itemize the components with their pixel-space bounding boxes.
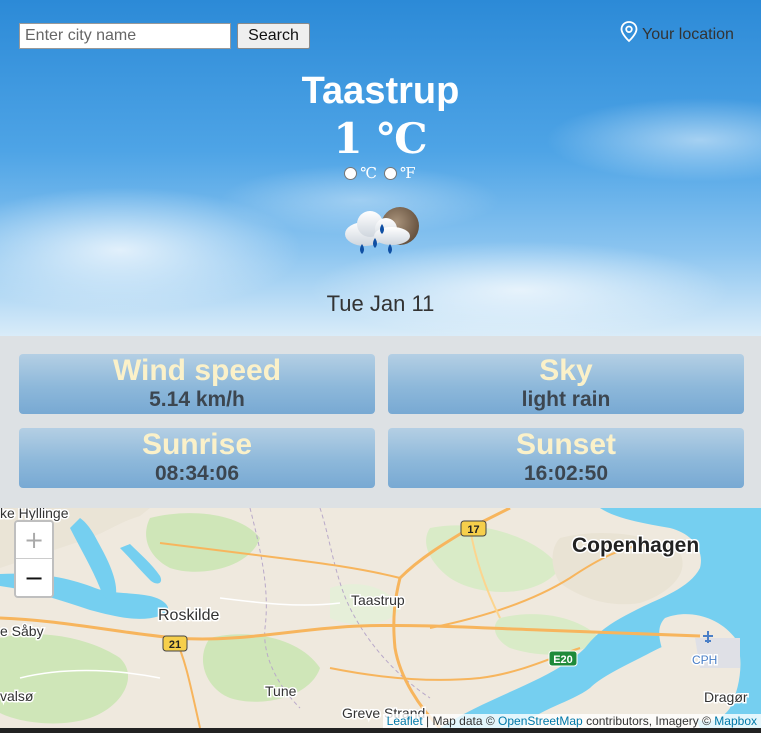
- zoom-control: + −: [14, 520, 54, 598]
- city-search-input[interactable]: [19, 23, 231, 49]
- map-label-valso: valsø: [0, 688, 34, 704]
- map-label-dragor: Dragør: [704, 689, 748, 705]
- your-location-label: Your location: [642, 26, 734, 43]
- road-e20-shield: E20: [548, 650, 578, 667]
- fahrenheit-radio[interactable]: [384, 166, 398, 180]
- openstreetmap-link[interactable]: OpenStreetMap: [498, 714, 583, 728]
- card-title: Sunrise: [141, 428, 253, 461]
- city-name: Taastrup: [301, 70, 460, 112]
- map-label-taastrup: Taastrup: [351, 592, 405, 608]
- map-label-saby: e Såby: [0, 623, 44, 639]
- card-value: 5.14 km/h: [149, 388, 245, 411]
- location-pin-icon: [620, 21, 638, 43]
- card-title: Sunset: [515, 428, 617, 461]
- map-label-cph: CPH: [692, 653, 717, 667]
- zoom-in-button[interactable]: +: [16, 522, 52, 559]
- temperature: 1 ℃: [333, 114, 428, 163]
- attribution-text: contributors, Imagery ©: [582, 714, 715, 728]
- map-label-copenhagen: Copenhagen: [572, 534, 699, 557]
- fahrenheit-label: ℉: [400, 164, 416, 182]
- weather-details: Wind speed 5.14 km/h Sky light rain Sunr…: [0, 336, 761, 508]
- bottom-bar: [0, 728, 761, 733]
- sky-card: Sky light rain: [388, 354, 744, 414]
- your-location-button[interactable]: Your location: [620, 21, 734, 49]
- wind-speed-card: Wind speed 5.14 km/h: [19, 354, 375, 414]
- leaflet-link[interactable]: Leaflet: [387, 714, 423, 728]
- celsius-radio[interactable]: [344, 166, 358, 180]
- map-attribution: Leaflet | Map data © OpenStreetMap contr…: [382, 714, 761, 728]
- svg-text:21: 21: [169, 639, 181, 651]
- road-21-shield: 21: [162, 635, 188, 652]
- sunset-card: Sunset 16:02:50: [388, 428, 744, 488]
- search-button[interactable]: Search: [237, 23, 310, 49]
- zoom-out-button[interactable]: −: [16, 559, 52, 596]
- road-17-shield: 17: [460, 520, 487, 537]
- card-value: 08:34:06: [154, 462, 240, 485]
- map-tiles[interactable]: 17 21 E20 ke Hyllinge Copenhagen Roskild…: [0, 508, 761, 728]
- sunrise-card: Sunrise 08:34:06: [19, 428, 375, 488]
- celsius-label: ℃: [360, 164, 378, 182]
- weather-hero: Search Your location Taastrup 1 ℃ ℃ ℉: [0, 0, 761, 336]
- date-label: Tue Jan 11: [326, 291, 435, 316]
- card-value: 16:02:50: [523, 462, 609, 485]
- svg-text:17: 17: [467, 524, 479, 536]
- card-value: light rain: [521, 388, 611, 411]
- mapbox-link[interactable]: Mapbox: [714, 714, 757, 728]
- unit-toggle: ℃ ℉: [0, 164, 761, 182]
- rain-cloud-moon-icon: [345, 207, 419, 254]
- map[interactable]: 17 21 E20 ke Hyllinge Copenhagen Roskild…: [0, 508, 761, 728]
- svg-text:E20: E20: [553, 654, 573, 666]
- card-title: Wind speed: [112, 354, 282, 387]
- card-title: Sky: [539, 354, 593, 387]
- map-label-tune: Tune: [265, 683, 297, 699]
- map-label-roskilde: Roskilde: [158, 607, 219, 624]
- attribution-text: | Map data ©: [422, 714, 499, 728]
